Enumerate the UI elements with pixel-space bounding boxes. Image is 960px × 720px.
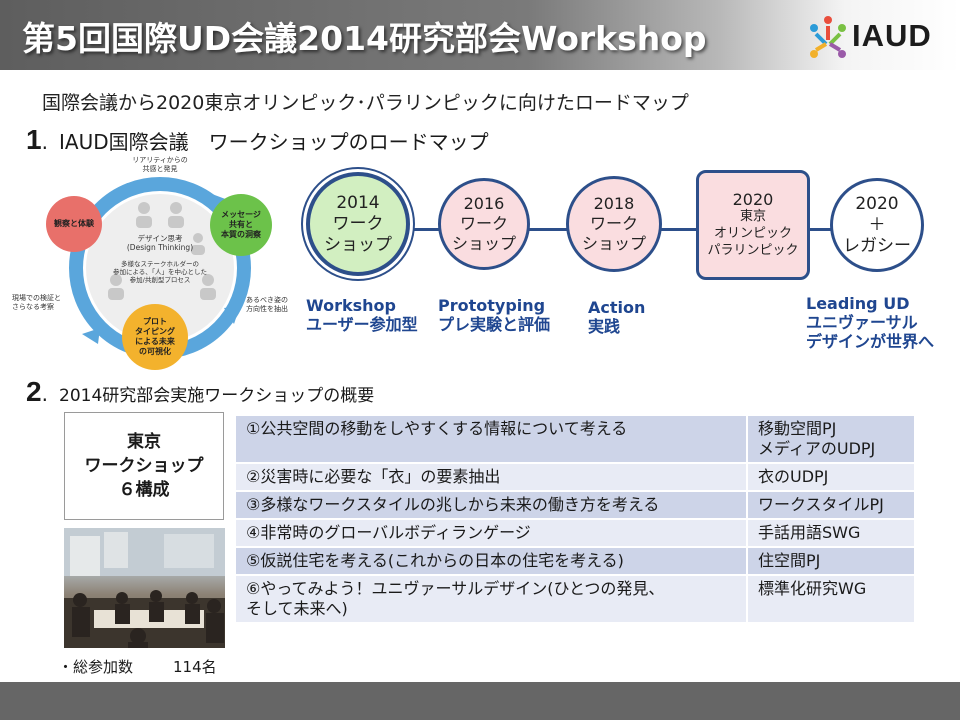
roadmap-node-2020-tokyo: 2020 東京 オリンピック パラリンピック xyxy=(696,170,810,280)
cycle-prototype-bubble: プロト タイピング による未来 の可視化 xyxy=(122,304,188,370)
workshop-topic: ④非常時のグローバルボディランゲージ xyxy=(236,520,746,546)
section1-number: 1 xyxy=(26,124,42,155)
iaud-logo: IAUD xyxy=(806,14,948,60)
table-row: ④非常時のグローバルボディランゲージ 手話用語SWG xyxy=(236,520,914,546)
workshop-group: 標準化研究WG xyxy=(746,576,914,622)
roadmap-node-2016: 2016 ワーク ショップ xyxy=(438,178,530,270)
cycle-top-label: リアリティからの 共感と発見 xyxy=(132,156,188,173)
workshop-group: 住空間PJ xyxy=(746,548,914,574)
workshop-topic: ⑥やってみよう！ユニヴァーサルデザイン(ひとつの発見、 そして未来へ) xyxy=(236,576,746,622)
phase-prototyping: Prototyping プレ実験と評価 xyxy=(438,296,551,334)
workshop-scene-image xyxy=(64,528,225,648)
workshop-group: 衣のUDPJ xyxy=(746,464,914,490)
phase-action: Action 実践 xyxy=(588,298,646,336)
cycle-center-title: デザイン思考 (Design Thinking) xyxy=(126,234,194,252)
section1-title: IAUD国際会議 ワークショップのロードマップ xyxy=(59,130,489,154)
workshop-table: ①公共空間の移動をしやすくする情報について考える 移動空間PJ メディアのUDP… xyxy=(236,414,914,624)
cycle-center-text: 多様なステークホルダーの 参加による、「人」を中心とした 参加/共創型プロセス xyxy=(112,260,208,284)
design-thinking-cycle: リアリティからの 共感と発見 観察と体験 メッセージ 共有と 本質の洞察 プロト… xyxy=(12,156,302,376)
workshop-topic: ①公共空間の移動をしやすくする情報について考える xyxy=(236,416,746,462)
tokyo-workshop-box: 東京 ワークショップ ６構成 xyxy=(64,412,224,520)
workshop-group: ワークスタイルPJ xyxy=(746,492,914,518)
roadmap-node-2014: 2014 ワーク ショップ xyxy=(306,172,410,276)
phase-leading-ud: Leading UD ユニヴァーサル デザインが世界へ xyxy=(806,294,935,351)
cycle-message-bubble: メッセージ 共有と 本質の洞察 xyxy=(210,194,272,256)
total-count: 114名 xyxy=(173,658,217,676)
table-row: ①公共空間の移動をしやすくする情報について考える 移動空間PJ メディアのUDP… xyxy=(236,416,914,462)
subtitle: 国際会議から2020東京オリンピック･パラリンピックに向けたロードマップ xyxy=(42,92,689,114)
cycle-right-label: あるべき姿の 方向性を抽出 xyxy=(246,296,288,313)
section2-title: 2014研究部会実施ワークショップの概要 xyxy=(59,386,375,406)
roadmap-node-2018: 2018 ワーク ショップ xyxy=(566,176,662,272)
phase-workshop: Workshop ユーザー参加型 xyxy=(306,296,418,334)
section1-heading: 1. IAUD国際会議 ワークショップのロードマップ xyxy=(26,124,489,155)
logo-text: IAUD xyxy=(852,18,932,53)
workshop-topic: ⑤仮説住宅を考える(これからの日本の住宅を考える) xyxy=(236,548,746,574)
section2-number: 2 xyxy=(26,376,42,407)
cycle-left-label: 現場での検証と さらなる考察 xyxy=(12,294,61,311)
workshop-topic: ②災害時に必要な「衣」の要素抽出 xyxy=(236,464,746,490)
workshop-group: 手話用語SWG xyxy=(746,520,914,546)
total-label: ・総参加数 xyxy=(58,658,134,676)
page-title: 第5回国際UD会議2014研究部会Workshop xyxy=(22,19,707,58)
workshop-topic: ③多様なワークスタイルの兆しから未来の働き方を考える xyxy=(236,492,746,518)
section2-heading: 2. 2014研究部会実施ワークショップの概要 xyxy=(26,376,375,407)
footer-bar xyxy=(0,682,960,720)
roadmap-node-2020-legacy: 2020 ＋ レガシー xyxy=(830,178,924,272)
workshop-group: 移動空間PJ メディアのUDPJ xyxy=(746,416,914,462)
table-row: ②災害時に必要な「衣」の要素抽出 衣のUDPJ xyxy=(236,464,914,490)
cycle-observe-bubble: 観察と体験 xyxy=(46,196,102,252)
table-row: ⑤仮説住宅を考える(これからの日本の住宅を考える) 住空間PJ xyxy=(236,548,914,574)
table-row: ③多様なワークスタイルの兆しから未来の働き方を考える ワークスタイルPJ xyxy=(236,492,914,518)
total-participants: ・総参加数 114名 xyxy=(58,656,217,677)
workshop-photo xyxy=(64,528,225,648)
logo-figures-icon xyxy=(810,16,846,58)
table-row: ⑥やってみよう！ユニヴァーサルデザイン(ひとつの発見、 そして未来へ) 標準化研… xyxy=(236,576,914,622)
